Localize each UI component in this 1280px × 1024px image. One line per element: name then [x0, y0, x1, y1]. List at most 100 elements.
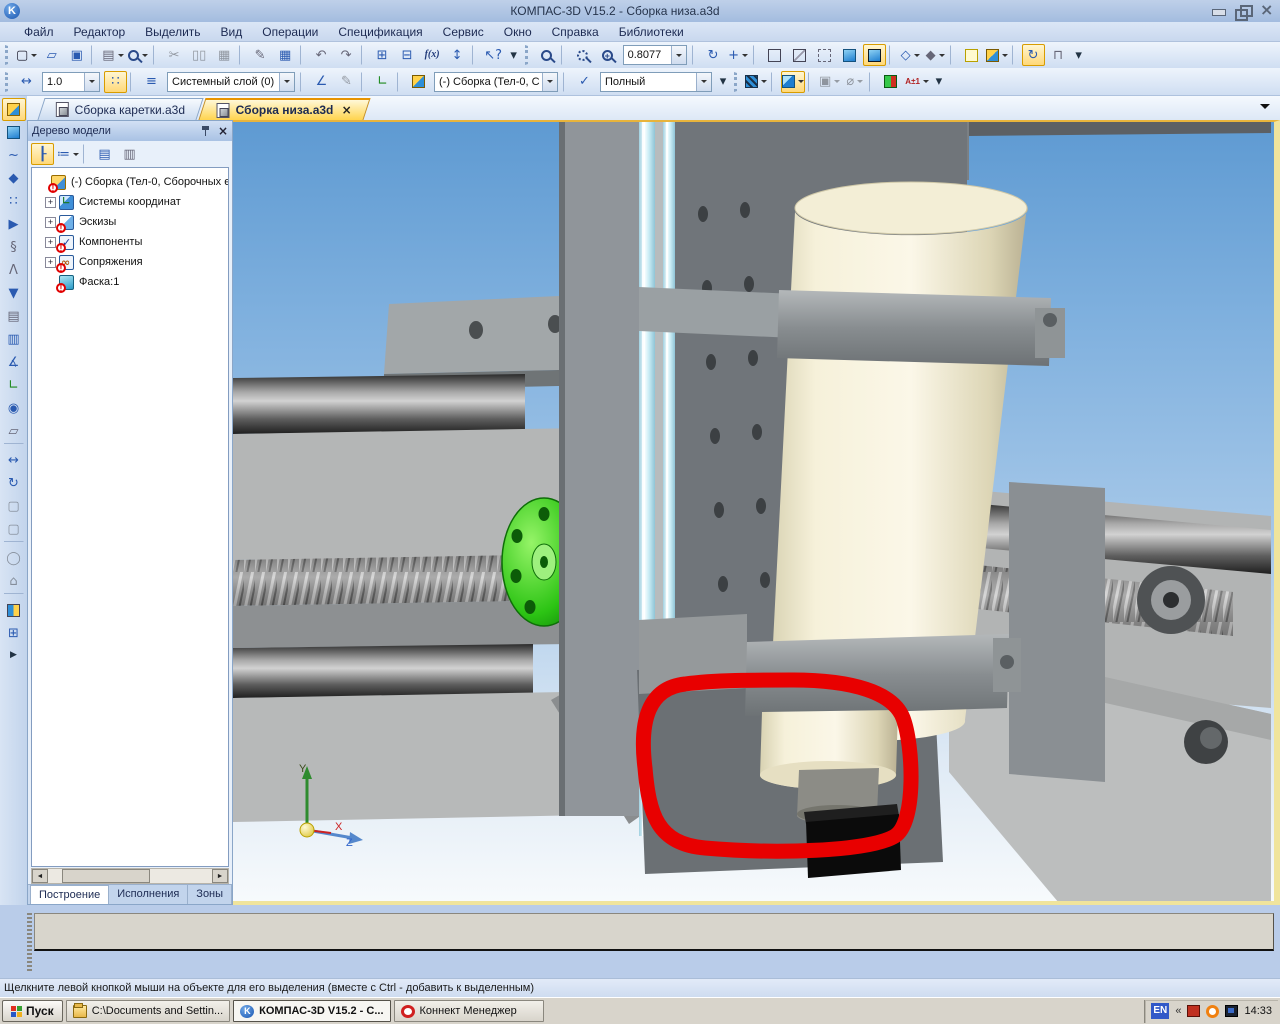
tab-sborka-niza[interactable]: Сборка низа.a3d ×	[199, 98, 371, 120]
tray-display-icon[interactable]	[1225, 1005, 1238, 1017]
tree-item[interactable]: + ! Сопряжения	[32, 252, 228, 272]
cut-button[interactable]: ✂	[163, 44, 186, 66]
property-bar-grip[interactable]	[27, 913, 32, 971]
compact-panel-expand-icon[interactable]: ▶	[10, 649, 17, 660]
dropdown-arrow-icon[interactable]	[671, 46, 686, 64]
window-manager-button[interactable]: ⊞	[371, 44, 394, 66]
local-cs-button[interactable]: ∟	[371, 71, 394, 93]
open-button[interactable]: ▱	[40, 44, 63, 66]
lp-copy-button[interactable]	[2, 599, 26, 622]
copy-properties-button[interactable]: ✎	[249, 44, 272, 66]
rotate-button[interactable]: ↻	[702, 44, 725, 66]
lp-aux-geometry-button[interactable]: ▶	[2, 213, 26, 236]
lp-measure-button[interactable]: Λ	[2, 259, 26, 282]
scrollbar-thumb[interactable]	[62, 869, 150, 883]
print-preview-button[interactable]	[127, 44, 150, 66]
task-explorer[interactable]: C:\Documents and Settin...	[66, 1000, 230, 1022]
3d-viewport[interactable]: Y X Z	[233, 120, 1280, 905]
scroll-left-icon[interactable]: ◄	[32, 869, 48, 883]
undo-button[interactable]: ↶	[310, 44, 333, 66]
lp-surface-button[interactable]: ◆	[2, 167, 26, 190]
paste-button[interactable]: ▦	[213, 44, 236, 66]
zoom-pointer-button[interactable]	[535, 44, 558, 66]
tree-item[interactable]: ! Фаска:1	[32, 272, 228, 292]
task-connect[interactable]: Коннект Менеджер	[394, 1000, 544, 1022]
menu-editor[interactable]: Редактор	[64, 23, 136, 41]
menu-service[interactable]: Сервис	[433, 23, 494, 41]
lp-load-button[interactable]: ▱	[2, 420, 26, 443]
tab-list-dropdown-icon[interactable]	[1260, 104, 1270, 114]
new-document-button[interactable]: ▢	[15, 44, 38, 66]
menu-view[interactable]: Вид	[211, 23, 253, 41]
lp-calc-button[interactable]: ⊞	[2, 622, 26, 645]
tab-ispolneniya[interactable]: Исполнения	[109, 885, 188, 904]
current-part-combo[interactable]: (-) Сборка (Тел-0, С	[434, 72, 558, 92]
sketch-polyline-button[interactable]: ∠	[310, 71, 333, 93]
lp-check-button[interactable]: ∡	[2, 351, 26, 374]
tree-item[interactable]: + ! Компоненты	[32, 232, 228, 252]
tree-item[interactable]: + ! Системы координат	[32, 192, 228, 212]
lp-solid-button[interactable]	[2, 121, 26, 144]
lp-filter-button[interactable]: ▼	[2, 282, 26, 305]
expand-icon[interactable]: +	[45, 217, 56, 228]
section-view-button[interactable]	[744, 71, 768, 93]
pin-icon[interactable]	[200, 125, 212, 137]
lp-spline-button[interactable]: ~	[2, 144, 26, 167]
lp-points-button[interactable]: ∷	[2, 190, 26, 213]
expand-icon[interactable]: +	[45, 237, 56, 248]
dropdown-arrow-icon[interactable]	[279, 73, 294, 91]
lp-spec-button[interactable]: ▥	[2, 328, 26, 351]
hide-objects-button[interactable]: ◇	[899, 44, 922, 66]
print-button[interactable]: ▤	[101, 44, 124, 66]
menu-help[interactable]: Справка	[542, 23, 609, 41]
zoom-area-button[interactable]	[571, 44, 594, 66]
toolbar-overflow[interactable]: ▾	[1072, 44, 1086, 66]
expand-icon[interactable]	[45, 277, 56, 288]
stamp-button[interactable]: ▣	[818, 71, 841, 93]
toolbar-overflow[interactable]: ▾	[507, 44, 521, 66]
menu-specification[interactable]: Спецификация	[328, 23, 432, 41]
toolbar-overflow[interactable]: ▾	[932, 71, 946, 93]
dimensions-button[interactable]	[879, 71, 902, 93]
tree-composition-button[interactable]: ≔	[56, 143, 80, 165]
lp-edit-part-button[interactable]	[2, 98, 26, 121]
exchange-button[interactable]: ↕	[446, 44, 469, 66]
layers-button[interactable]: ≡	[140, 71, 163, 93]
language-indicator[interactable]: EN	[1151, 1003, 1169, 1019]
menu-select[interactable]: Выделить	[135, 23, 210, 41]
expand-icon[interactable]: +	[45, 257, 56, 268]
menu-file[interactable]: Файл	[14, 23, 64, 41]
variables-button[interactable]: ⊟	[396, 44, 419, 66]
copy-button[interactable]: ▯▯	[188, 44, 211, 66]
toolbar-overflow[interactable]: ▾	[716, 71, 730, 93]
step-button[interactable]: ↔	[15, 71, 38, 93]
task-kompas[interactable]: КОМПАС-3D V15.2 - С...	[233, 1000, 390, 1022]
menu-operations[interactable]: Операции	[252, 23, 328, 41]
detail-level-combo[interactable]: Полный	[600, 72, 712, 92]
no-section-button[interactable]: ⌀	[843, 71, 866, 93]
hidden-lines-button[interactable]	[788, 44, 811, 66]
lp-move-button[interactable]: ↔	[2, 449, 26, 472]
close-button[interactable]	[1258, 5, 1276, 18]
tray-chevron-icon[interactable]: «	[1175, 1005, 1181, 1017]
layer-combo[interactable]: Системный слой (0)	[167, 72, 295, 92]
tab-sborka-karetki[interactable]: Сборка каретки.a3d	[37, 98, 204, 120]
lp-robot-button[interactable]: ◯	[2, 547, 26, 570]
hide-components-button[interactable]: ◆	[924, 44, 947, 66]
restore-button[interactable]	[1234, 5, 1252, 18]
snap-button[interactable]: ∷	[104, 71, 127, 93]
hidden-thin-button[interactable]	[813, 44, 836, 66]
tree-report-button[interactable]: ▤	[93, 143, 116, 165]
menu-window[interactable]: Окно	[494, 23, 542, 41]
tab-zony[interactable]: Зоны	[188, 885, 232, 904]
current-part-button[interactable]	[407, 71, 430, 93]
dropdown-arrow-icon[interactable]	[84, 73, 99, 91]
specification-button[interactable]: ▦	[274, 44, 297, 66]
panel-close-icon[interactable]: ×	[218, 125, 228, 137]
structure-button[interactable]: ✓	[573, 71, 596, 93]
tree-item[interactable]: ! (-) Сборка (Тел-0, Сборочных е	[32, 172, 228, 192]
lp-corner-button[interactable]: ∟	[2, 374, 26, 397]
lp-report-button[interactable]: ▤	[2, 305, 26, 328]
lp-collections-button[interactable]: §	[2, 236, 26, 259]
minimize-button[interactable]	[1210, 5, 1228, 18]
